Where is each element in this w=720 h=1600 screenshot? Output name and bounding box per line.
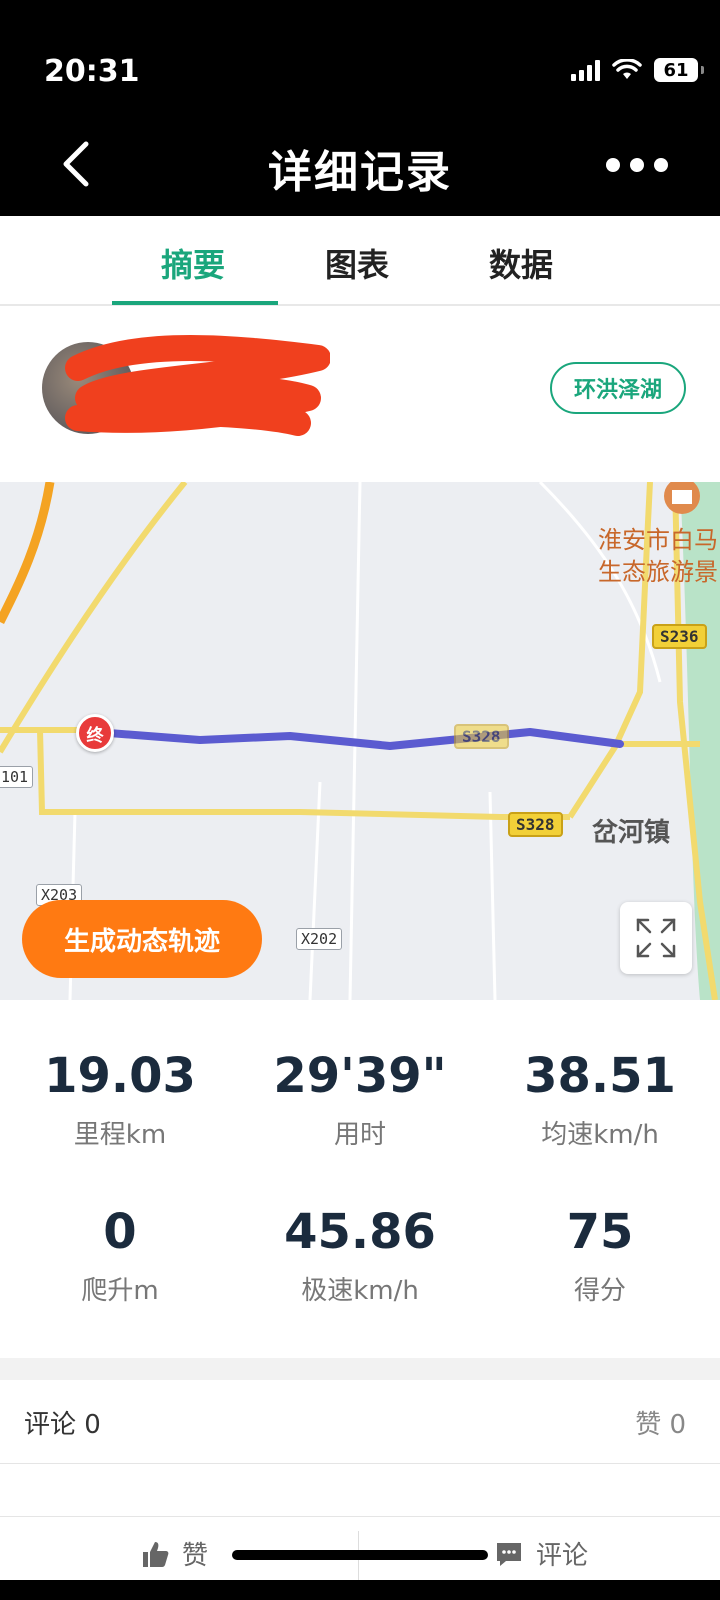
top-bar: 20:31 61 详细记录 <box>0 0 720 216</box>
stat-avg-speed: 38.51 均速km/h <box>480 1048 720 1151</box>
stat-value: 45.86 <box>284 1204 436 1260</box>
stat-duration: 29'39" 用时 <box>240 1048 480 1151</box>
like-button[interactable]: 赞 <box>140 1535 208 1572</box>
tab-charts[interactable]: 图表 <box>276 240 438 286</box>
likes-count[interactable]: 赞 0 <box>635 1404 686 1441</box>
road-shield-s328-under-track: S328 <box>454 724 509 749</box>
more-options-button[interactable] <box>606 158 668 172</box>
comments-summary-row[interactable]: 评论 0 赞 0 <box>0 1380 720 1464</box>
stat-value: 38.51 <box>524 1048 676 1104</box>
user-row: 环洪泽湖 <box>0 306 720 482</box>
road-label-101: 101 <box>0 766 34 788</box>
expand-icon <box>636 918 676 958</box>
stat-value: 29'39" <box>273 1048 447 1104</box>
bottom-edge <box>0 1580 720 1600</box>
active-tab-indicator <box>112 301 278 305</box>
home-indicator[interactable] <box>232 1550 488 1560</box>
stat-climb: 0 爬升m <box>0 1204 240 1307</box>
poi-label-line1: 淮安市白马 <box>598 526 718 554</box>
stat-value: 19.03 <box>44 1048 196 1104</box>
stat-label: 均速km/h <box>541 1120 659 1150</box>
route-tag[interactable]: 环洪泽湖 <box>549 362 686 414</box>
road-shield-s236: S236 <box>652 624 707 649</box>
comments-count[interactable]: 评论 0 <box>24 1404 101 1441</box>
stat-value: 75 <box>566 1204 634 1260</box>
battery-icon: 61 <box>654 58 704 82</box>
thumbs-up-icon <box>143 1541 169 1567</box>
like-label: 赞 <box>182 1541 209 1571</box>
stat-label: 里程km <box>73 1120 167 1150</box>
end-marker: 终 <box>76 714 114 752</box>
poi-label[interactable]: 淮安市白马 生态旅游景 <box>598 524 718 588</box>
redaction-scribble <box>65 335 330 436</box>
tab-data[interactable]: 数据 <box>440 240 602 286</box>
expand-map-button[interactable] <box>620 902 692 974</box>
stat-label: 得分 <box>573 1276 626 1306</box>
stat-max-speed: 45.86 极速km/h <box>240 1204 480 1307</box>
comment-button[interactable]: 评论 <box>494 1535 588 1572</box>
stat-label: 极速km/h <box>301 1276 419 1306</box>
stat-score: 75 得分 <box>480 1204 720 1307</box>
road-shield-s328: S328 <box>508 812 563 837</box>
wifi-icon <box>612 59 642 79</box>
road-label-x202: X202 <box>296 928 343 950</box>
section-divider <box>0 1358 720 1380</box>
generate-dynamic-track-button[interactable]: 生成动态轨迹 <box>22 900 262 978</box>
stat-label: 用时 <box>333 1120 386 1150</box>
town-label: 岔河镇 <box>592 818 671 848</box>
comment-icon <box>497 1542 521 1566</box>
stat-label: 爬升m <box>81 1276 159 1306</box>
stats-panel: 19.03 里程km 29'39" 用时 38.51 均速km/h 0 爬升m … <box>0 1000 720 1358</box>
tab-summary[interactable]: 摘要 <box>112 240 274 286</box>
status-time: 20:31 <box>44 54 140 89</box>
poi-label-line2: 生态旅游景 <box>598 558 718 586</box>
stat-value: 0 <box>103 1204 137 1260</box>
tab-bar: 摘要 图表 数据 <box>0 216 720 306</box>
comment-label: 评论 <box>536 1541 589 1571</box>
signal-icon <box>571 59 600 81</box>
status-icons: 61 <box>571 58 704 82</box>
stat-distance: 19.03 里程km <box>0 1048 240 1151</box>
